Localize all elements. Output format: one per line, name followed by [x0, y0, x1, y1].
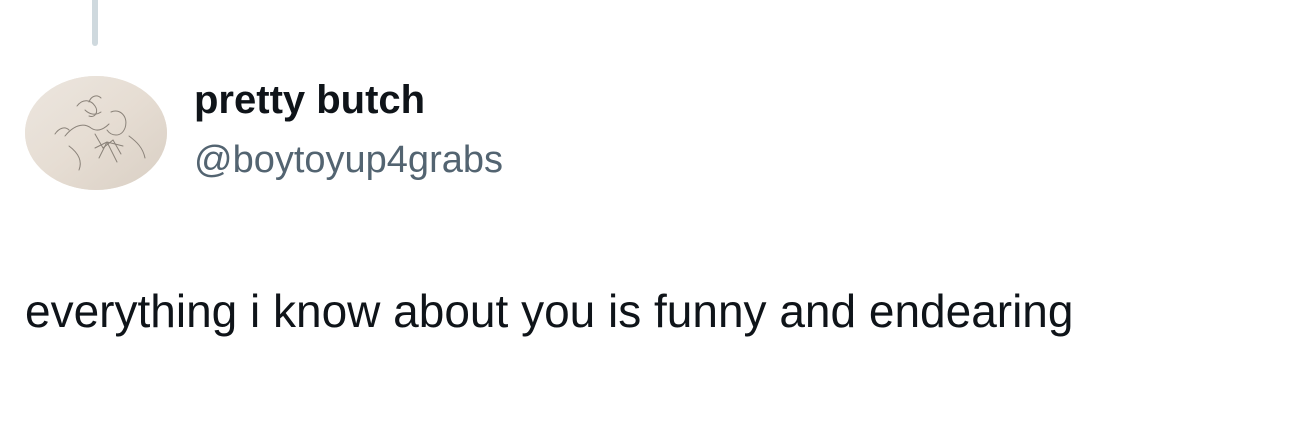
author-handle[interactable]: @boytoyup4grabs — [194, 138, 503, 184]
avatar-sketch-image — [25, 76, 167, 190]
thread-connector-line — [92, 0, 98, 46]
tweet-body-text: everything i know about you is funny and… — [25, 285, 1074, 337]
author-display-name[interactable]: pretty butch — [194, 76, 425, 124]
tweet-card: pretty butch @boytoyup4grabs everything … — [0, 0, 1292, 430]
avatar[interactable] — [25, 76, 167, 190]
